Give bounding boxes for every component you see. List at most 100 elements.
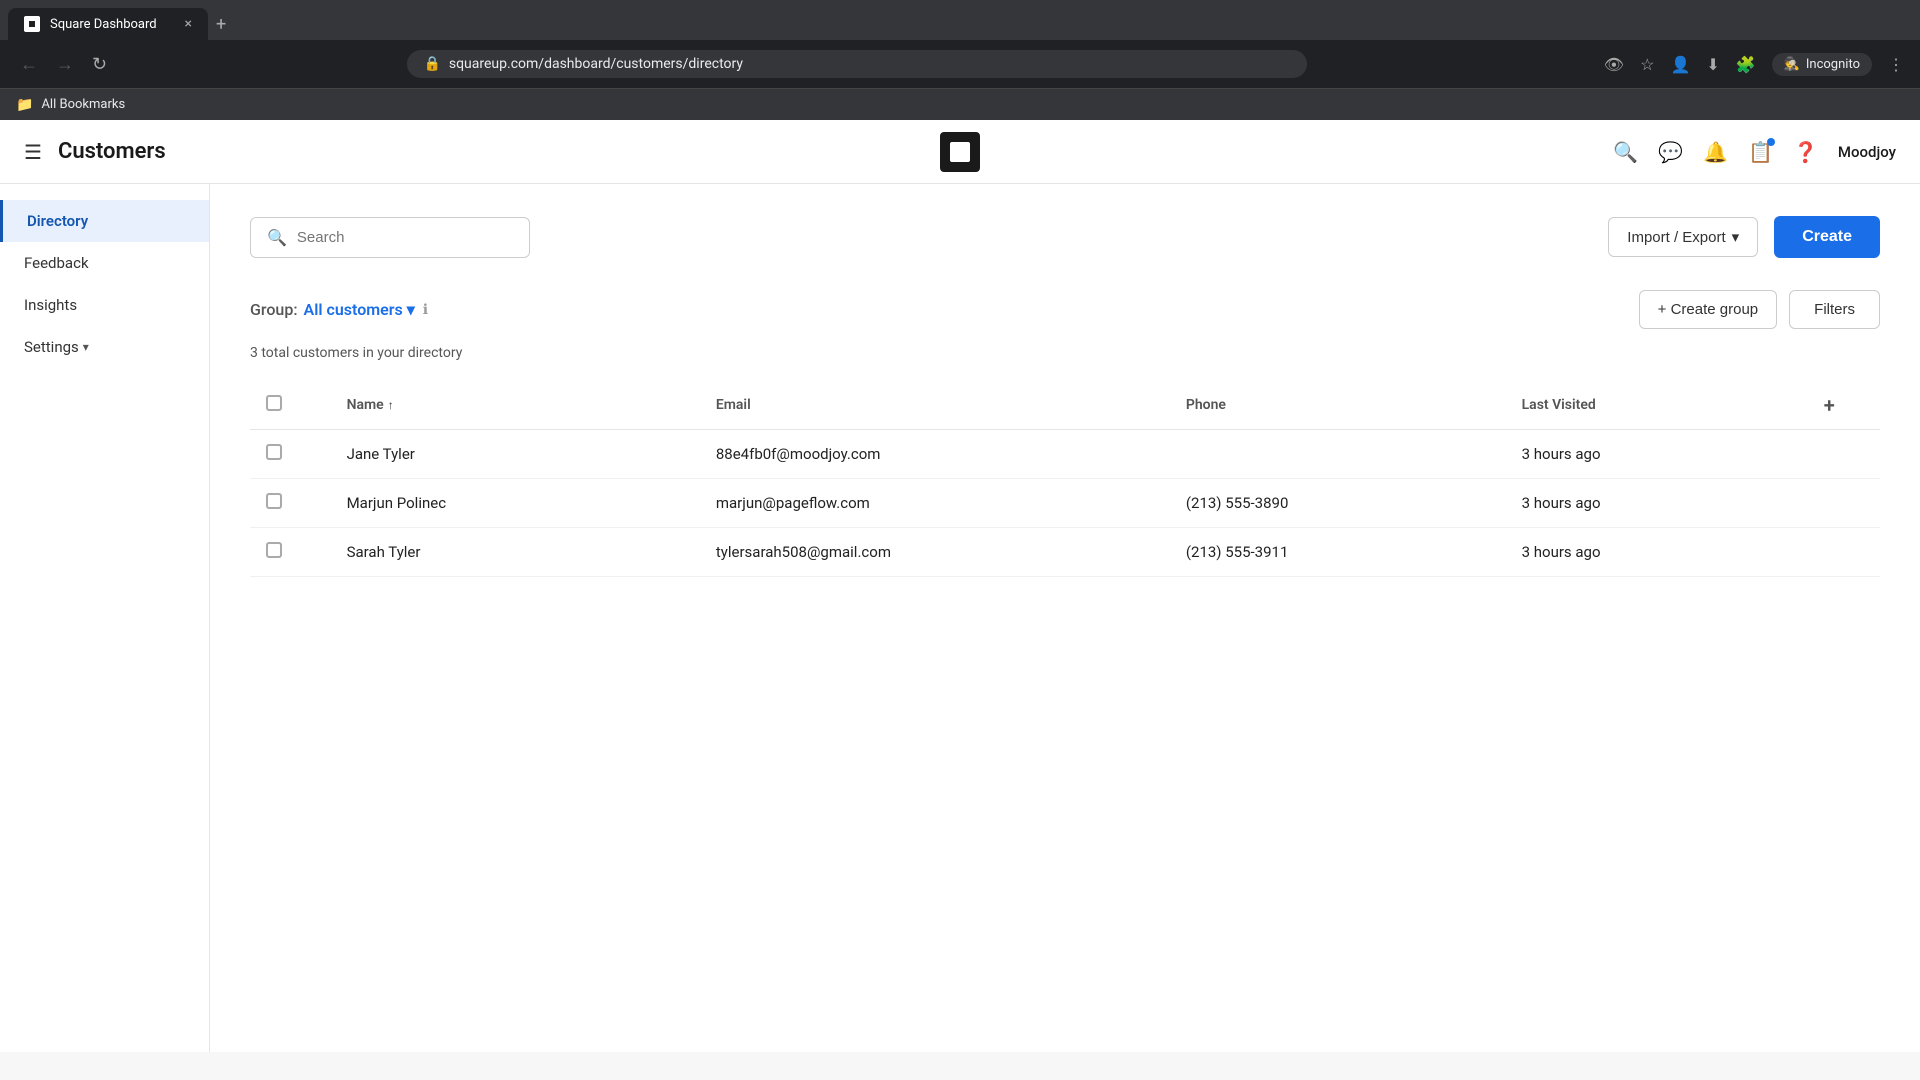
help-icon[interactable]: ❓	[1793, 140, 1818, 164]
table-body: Jane Tyler 88e4fb0f@moodjoy.com 3 hours …	[250, 430, 1880, 577]
search-box[interactable]: 🔍	[250, 217, 530, 258]
row-last-visited-cell: 3 hours ago	[1506, 528, 1808, 577]
clipboard-icon[interactable]: 📋	[1748, 140, 1773, 164]
filters-button[interactable]: Filters	[1789, 290, 1880, 329]
app-header: ☰ Customers 🔍 💬 🔔 📋 ❓ Moodjoy	[0, 120, 1920, 184]
user-name[interactable]: Moodjoy	[1838, 143, 1896, 161]
customer-name-link-0[interactable]: Jane Tyler	[347, 445, 415, 463]
import-export-button[interactable]: Import / Export ▾	[1608, 217, 1758, 257]
th-add-column: +	[1808, 381, 1880, 430]
all-bookmarks-link[interactable]: All Bookmarks	[41, 97, 125, 112]
group-selector[interactable]: All customers ▾	[304, 300, 415, 319]
forward-button[interactable]: →	[52, 50, 78, 79]
address-text: squareup.com/dashboard/customers/directo…	[449, 56, 743, 72]
tab-close-button[interactable]: ×	[185, 16, 192, 32]
sidebar-item-settings[interactable]: Settings ▾	[0, 326, 209, 368]
th-checkbox	[250, 381, 331, 430]
row-checkbox-cell	[250, 528, 331, 577]
sidebar-item-feedback[interactable]: Feedback	[0, 242, 209, 284]
square-logo	[940, 132, 980, 172]
profile-icon[interactable]: 👤	[1670, 55, 1690, 74]
message-icon[interactable]: 💬	[1658, 140, 1683, 164]
row-email-cell: marjun@pageflow.com	[700, 479, 1170, 528]
bookmarks-bar: 📁 All Bookmarks	[0, 88, 1920, 120]
search-icon[interactable]: 🔍	[1613, 140, 1638, 164]
content-wrapper: Directory Feedback Insights Settings ▾ 🔍	[0, 184, 1920, 1052]
browser-nav-icons: 👁 ☆ 👤 ⬇ 🧩 🕵 Incognito ⋮	[1604, 53, 1904, 76]
name-sort-button[interactable]: Name ↑	[347, 397, 684, 413]
row-extra-cell	[1808, 430, 1880, 479]
row-extra-cell	[1808, 479, 1880, 528]
search-input[interactable]	[297, 229, 513, 246]
table-header-row: Name ↑ Email Phone Last Visited +	[250, 381, 1880, 430]
new-tab-button[interactable]: +	[216, 14, 226, 35]
row-name-cell: Jane Tyler	[331, 430, 700, 479]
row-phone-cell	[1170, 430, 1506, 479]
group-value-text: All customers	[304, 300, 403, 319]
download-icon[interactable]: ⬇	[1706, 55, 1719, 74]
table-row[interactable]: Jane Tyler 88e4fb0f@moodjoy.com 3 hours …	[250, 430, 1880, 479]
select-all-checkbox[interactable]	[266, 395, 282, 411]
row-checkbox-0[interactable]	[266, 444, 282, 460]
row-email-cell: tylersarah508@gmail.com	[700, 528, 1170, 577]
sidebar-label-directory: Directory	[27, 212, 88, 230]
back-button[interactable]: ←	[16, 50, 42, 79]
customers-table: Name ↑ Email Phone Last Visited +	[250, 381, 1880, 577]
sidebar-item-insights[interactable]: Insights	[0, 284, 209, 326]
import-export-label: Import / Export	[1627, 229, 1725, 246]
sidebar-label-insights: Insights	[24, 296, 77, 314]
eye-slash-icon[interactable]: 👁	[1604, 55, 1624, 74]
main-content: 🔍 Import / Export ▾ Create Group: All cu…	[210, 184, 1920, 1052]
group-actions: + Create group Filters	[1639, 290, 1880, 329]
notification-dot	[1767, 138, 1775, 146]
th-name: Name ↑	[331, 381, 700, 430]
row-last-visited-cell: 3 hours ago	[1506, 430, 1808, 479]
table-row[interactable]: Sarah Tyler tylersarah508@gmail.com (213…	[250, 528, 1880, 577]
sort-ascending-icon: ↑	[388, 398, 394, 412]
row-checkbox-1[interactable]	[266, 493, 282, 509]
star-icon[interactable]: ☆	[1640, 55, 1654, 74]
row-last-visited-cell: 3 hours ago	[1506, 479, 1808, 528]
add-column-icon[interactable]: +	[1824, 393, 1835, 417]
app-logo[interactable]	[940, 132, 980, 172]
customer-count: 3 total customers in your directory	[250, 345, 1880, 361]
sidebar-label-settings: Settings	[24, 338, 79, 356]
bell-icon[interactable]: 🔔	[1703, 140, 1728, 164]
create-group-button[interactable]: + Create group	[1639, 290, 1777, 329]
header-right: 🔍 💬 🔔 📋 ❓ Moodjoy	[1613, 140, 1896, 164]
incognito-label: Incognito	[1806, 57, 1860, 72]
customer-name-link-1[interactable]: Marjun Polinec	[347, 494, 447, 512]
browser-chrome: Square Dashboard × + ← → ↻ 🔒 squareup.co…	[0, 0, 1920, 120]
row-phone-cell: (213) 555-3890	[1170, 479, 1506, 528]
incognito-badge: 🕵 Incognito	[1772, 53, 1872, 76]
th-last-visited: Last Visited	[1506, 381, 1808, 430]
customer-name-link-2[interactable]: Sarah Tyler	[347, 543, 421, 561]
row-email-cell: 88e4fb0f@moodjoy.com	[700, 430, 1170, 479]
top-actions: 🔍 Import / Export ▾ Create	[250, 216, 1880, 258]
bookmarks-folder-icon: 📁	[16, 97, 33, 113]
active-tab[interactable]: Square Dashboard ×	[8, 8, 208, 40]
row-phone-cell: (213) 555-3911	[1170, 528, 1506, 577]
group-info-icon[interactable]: ℹ	[423, 302, 428, 318]
refresh-button[interactable]: ↻	[88, 50, 111, 79]
app-container: ☰ Customers 🔍 💬 🔔 📋 ❓ Moodjoy Directory	[0, 120, 1920, 1052]
tab-title: Square Dashboard	[50, 17, 175, 32]
search-icon: 🔍	[267, 228, 287, 247]
hamburger-icon[interactable]: ☰	[24, 140, 42, 164]
sidebar-item-directory[interactable]: Directory	[0, 200, 209, 242]
settings-chevron-icon: ▾	[83, 340, 89, 354]
sidebar-label-feedback: Feedback	[24, 254, 89, 272]
table-row[interactable]: Marjun Polinec marjun@pageflow.com (213)…	[250, 479, 1880, 528]
th-name-label: Name	[347, 397, 384, 413]
group-bar: Group: All customers ▾ ℹ + Create group …	[250, 290, 1880, 329]
square-logo-inner	[950, 142, 970, 162]
more-icon[interactable]: ⋮	[1888, 55, 1904, 74]
group-chevron-icon: ▾	[407, 300, 415, 319]
tab-favicon	[24, 16, 40, 32]
extensions-icon[interactable]: 🧩	[1736, 55, 1756, 74]
create-button[interactable]: Create	[1774, 216, 1880, 258]
page-title: Customers	[58, 139, 166, 164]
address-bar[interactable]: 🔒 squareup.com/dashboard/customers/direc…	[407, 50, 1307, 78]
header-left: ☰ Customers	[24, 139, 166, 164]
row-checkbox-2[interactable]	[266, 542, 282, 558]
